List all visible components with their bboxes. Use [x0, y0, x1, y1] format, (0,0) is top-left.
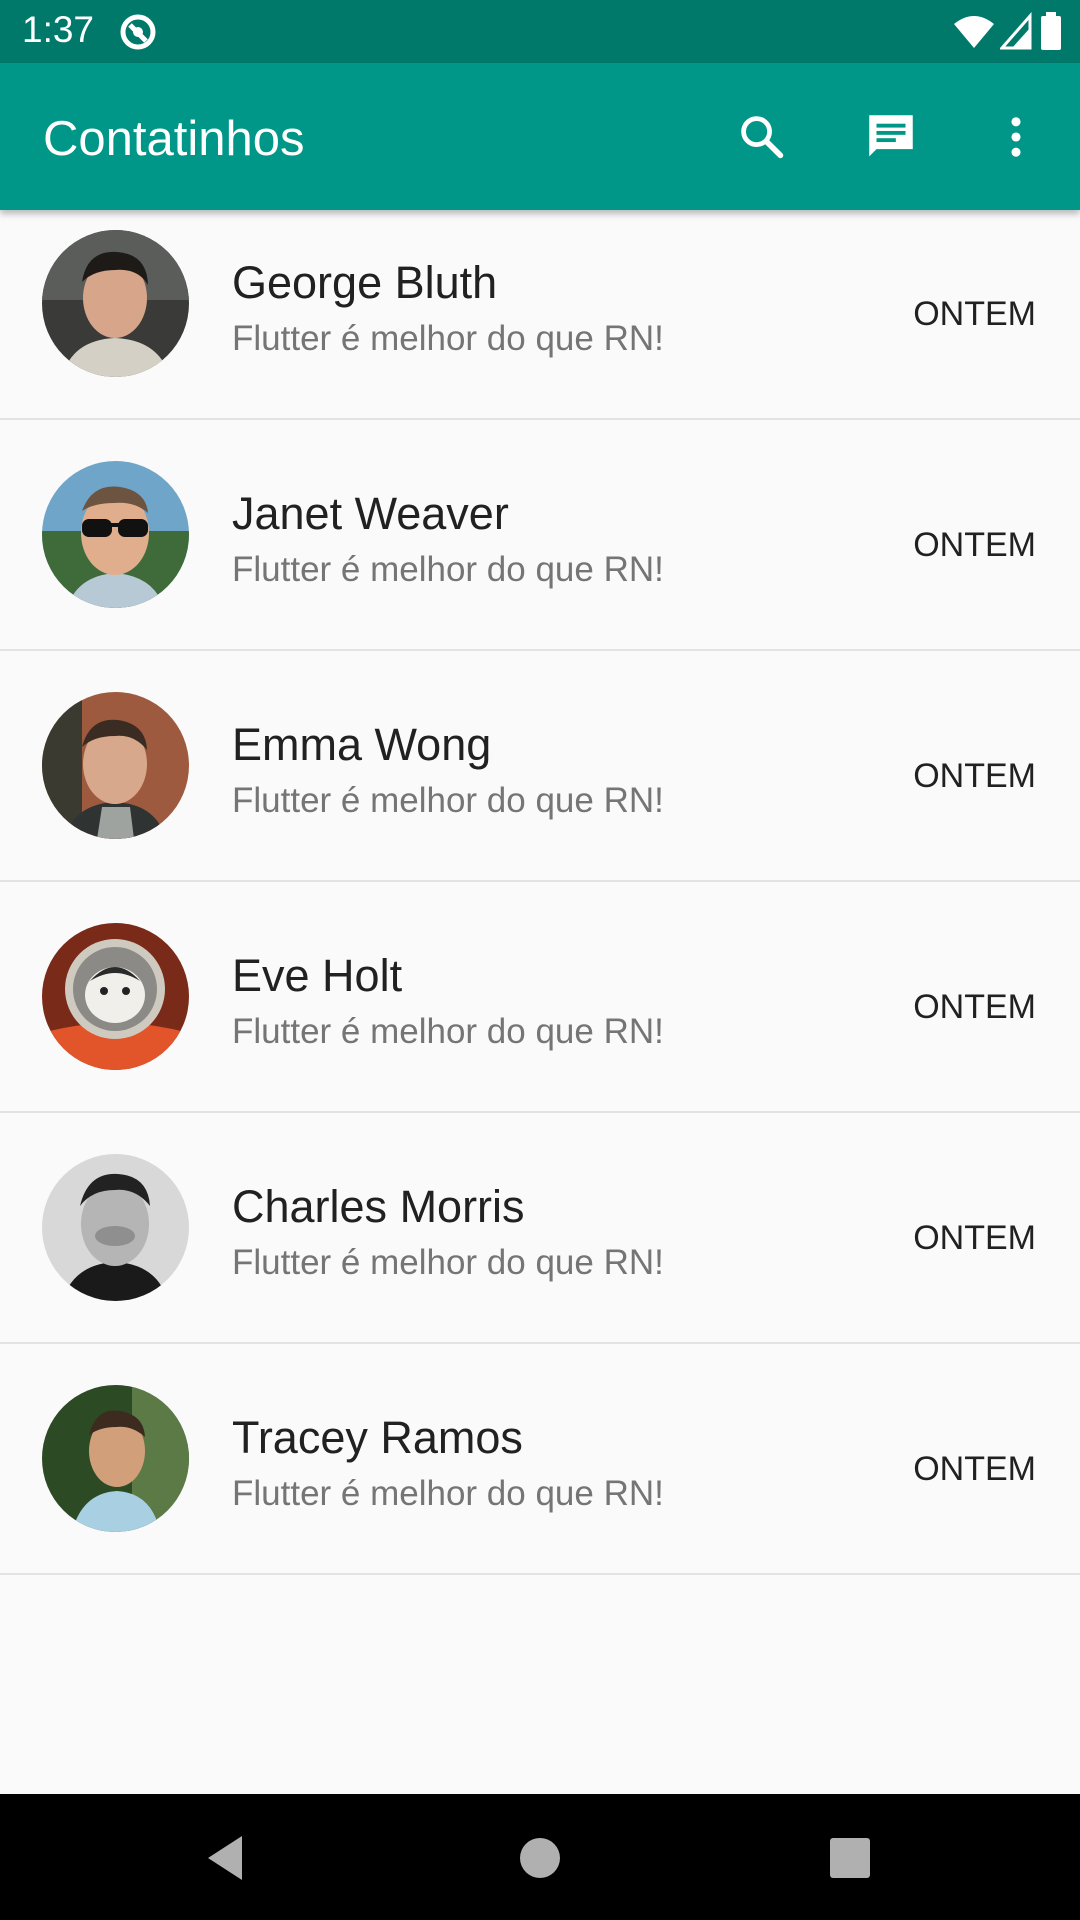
- search-button[interactable]: [728, 103, 796, 171]
- back-icon: [208, 1836, 242, 1880]
- message-time: ONTEM: [913, 1450, 1036, 1488]
- cell-signal-icon: [1000, 12, 1032, 50]
- message-time: ONTEM: [913, 1219, 1036, 1257]
- message-time: ONTEM: [913, 757, 1036, 795]
- contact-name: Janet Weaver: [232, 488, 509, 539]
- wifi-icon: [954, 16, 994, 48]
- contact-row[interactable]: Tracey Ramos Flutter é melhor do que RN!…: [0, 1344, 1080, 1575]
- contact-message: Flutter é melhor do que RN!: [232, 1474, 664, 1513]
- contact-message: Flutter é melhor do que RN!: [232, 1243, 664, 1282]
- contact-row[interactable]: Emma Wong Flutter é melhor do que RN! ON…: [0, 651, 1080, 882]
- contact-message: Flutter é melhor do que RN!: [232, 319, 664, 358]
- battery-icon: [1041, 12, 1061, 50]
- home-button[interactable]: [512, 1830, 568, 1886]
- contact-row[interactable]: Janet Weaver Flutter é melhor do que RN!…: [0, 420, 1080, 651]
- contact-name: Charles Morris: [232, 1181, 525, 1232]
- contact-message: Flutter é melhor do que RN!: [232, 550, 664, 589]
- avatar: [42, 230, 189, 377]
- more-options-button[interactable]: [982, 103, 1050, 171]
- contact-row[interactable]: Eve Holt Flutter é melhor do que RN! ONT…: [0, 882, 1080, 1113]
- app-bar: Contatinhos: [0, 63, 1080, 210]
- recents-button[interactable]: [822, 1830, 878, 1886]
- message-time: ONTEM: [913, 988, 1036, 1026]
- contact-message: Flutter é melhor do que RN!: [232, 781, 664, 820]
- avatar: [42, 461, 189, 608]
- avatar: [42, 1385, 189, 1532]
- message-time: ONTEM: [913, 526, 1036, 564]
- back-button[interactable]: [198, 1830, 254, 1886]
- contact-name: Eve Holt: [232, 950, 403, 1001]
- contact-name: Emma Wong: [232, 719, 492, 770]
- more-vert-icon: [1011, 117, 1021, 157]
- message-time: ONTEM: [913, 295, 1036, 333]
- chat-icon: [869, 115, 913, 157]
- status-indicators: [952, 12, 1062, 52]
- status-time: 1:37: [22, 9, 95, 50]
- search-icon: [741, 116, 784, 159]
- notification-icon: [118, 12, 158, 52]
- contact-row[interactable]: George Bluth Flutter é melhor do que RN!…: [0, 210, 1080, 420]
- contact-name: George Bluth: [232, 257, 498, 308]
- chat-button[interactable]: [857, 103, 925, 171]
- contact-list: George Bluth Flutter é melhor do que RN!…: [0, 210, 1080, 1575]
- status-bar: 1:37: [0, 0, 1080, 63]
- contact-row[interactable]: Charles Morris Flutter é melhor do que R…: [0, 1113, 1080, 1344]
- contact-message: Flutter é melhor do que RN!: [232, 1012, 664, 1051]
- avatar: [42, 692, 189, 839]
- contact-name: Tracey Ramos: [232, 1412, 523, 1463]
- navigation-bar: [0, 1794, 1080, 1920]
- avatar: [42, 1154, 189, 1301]
- recents-icon: [830, 1838, 870, 1878]
- home-icon: [520, 1838, 560, 1878]
- app-title: Contatinhos: [43, 112, 305, 166]
- avatar: [42, 923, 189, 1070]
